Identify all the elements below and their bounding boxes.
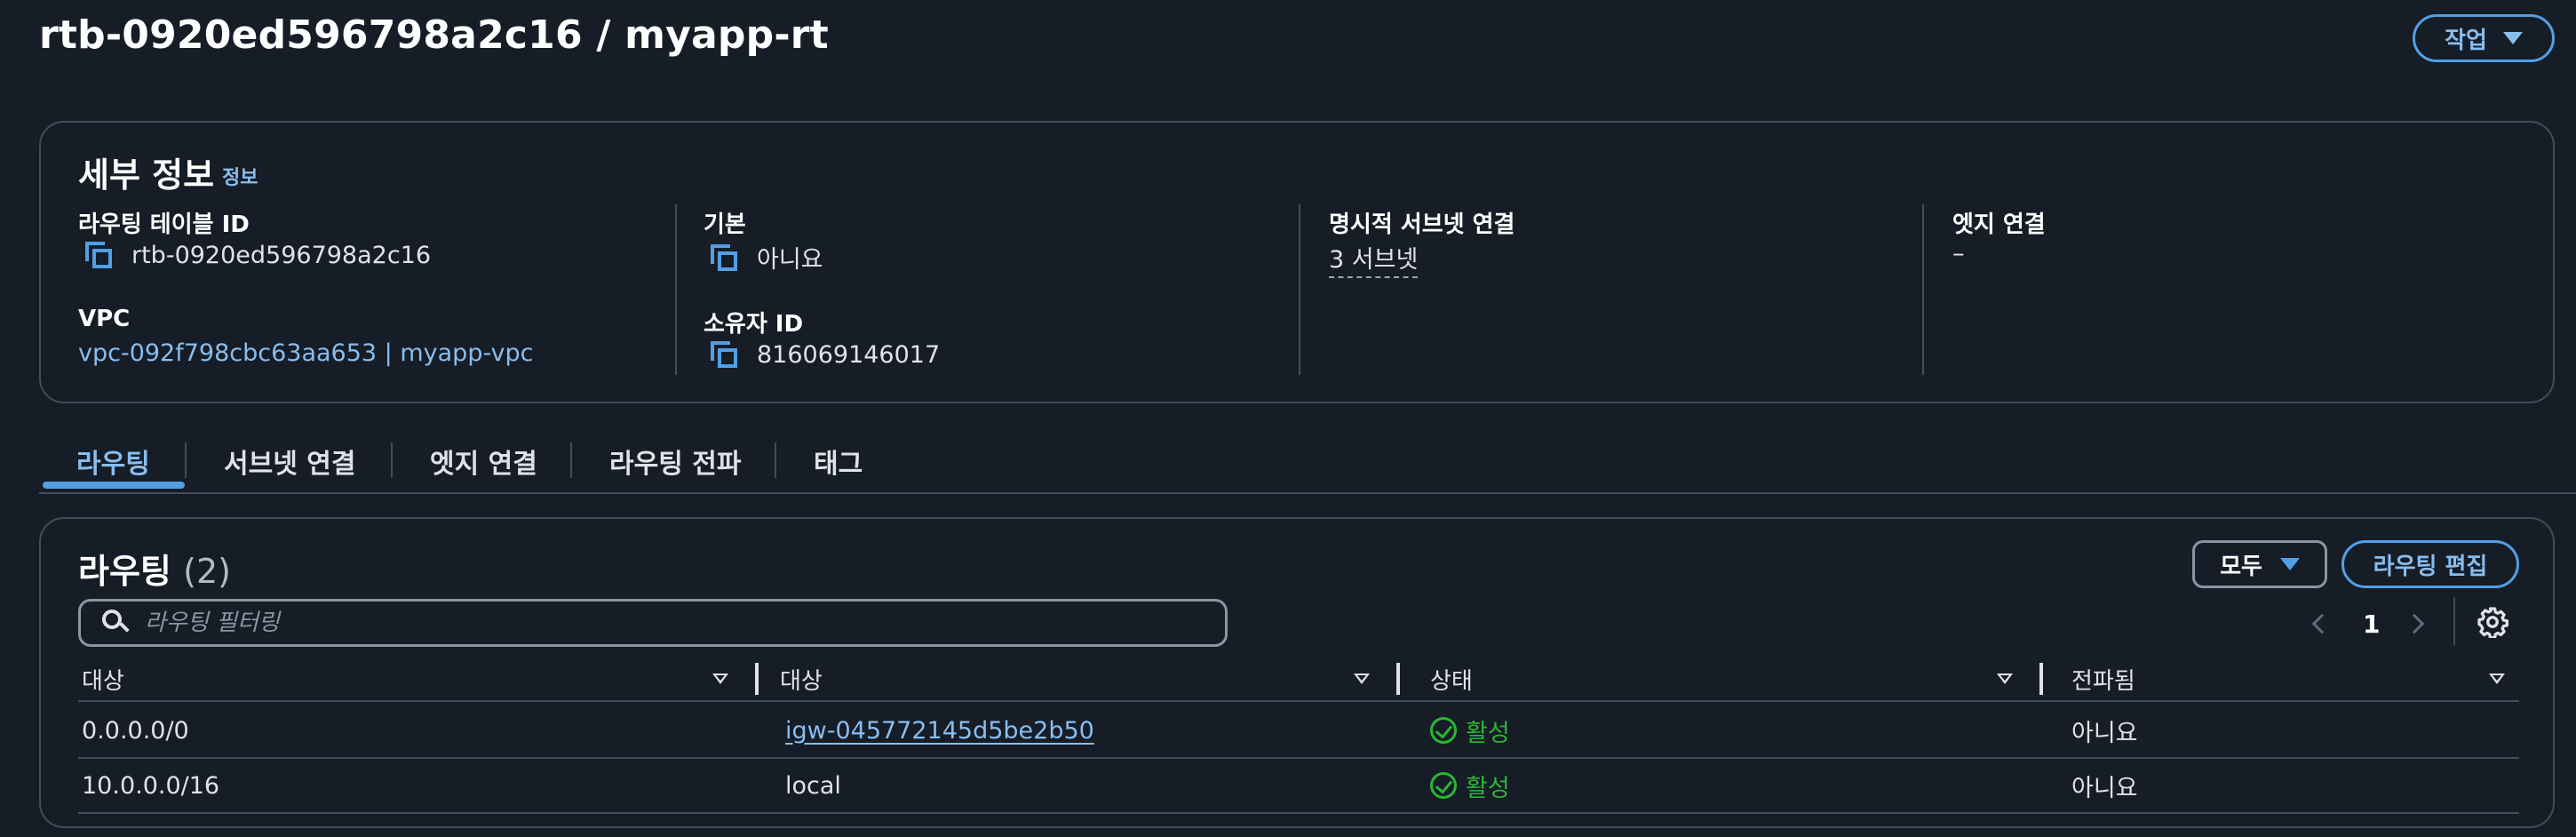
tab-subnet-associations[interactable]: 서브넷 연결: [224, 430, 355, 492]
routes-title-text: 라우팅: [78, 552, 171, 591]
target-link[interactable]: igw-045772145d5be2b50: [785, 717, 1094, 745]
copy-icon[interactable]: [709, 243, 739, 273]
main-text: 아니요: [757, 246, 823, 274]
tab-bar-border: [39, 492, 2576, 494]
column-divider: [675, 204, 677, 375]
route-filter-select[interactable]: 모두: [2192, 540, 2327, 588]
column-divider: [1299, 204, 1300, 375]
table-row: 10.0.0.0/16 local 활성 아니요: [78, 759, 2519, 814]
info-link[interactable]: 정보: [222, 162, 258, 190]
pagination: [2311, 606, 2333, 642]
page-number[interactable]: 1: [2363, 610, 2380, 639]
edge-assoc-value: –: [1952, 240, 1965, 267]
active-tab-indicator: [43, 482, 185, 489]
table-row: 0.0.0.0/0 igw-045772145d5be2b50 활성 아니요: [78, 704, 2519, 759]
tab-tags[interactable]: 태그: [814, 430, 863, 492]
row-propagated: 아니요: [2071, 719, 2138, 747]
column-resize-handle[interactable]: [1396, 663, 1400, 695]
edit-routes-button[interactable]: 라우팅 편집: [2341, 540, 2519, 588]
search-icon: [102, 610, 130, 636]
row-propagated: 아니요: [2071, 774, 2138, 802]
actions-button[interactable]: 작업: [2413, 14, 2555, 62]
tab-separator: [775, 442, 776, 478]
route-table-id-value: rtb-0920ed596798a2c16: [83, 240, 431, 270]
explicit-subnets-text[interactable]: 3 서브넷: [1329, 240, 1419, 278]
tab-edge-associations[interactable]: 엣지 연결: [430, 430, 537, 492]
pagination-page[interactable]: 1: [2363, 606, 2380, 642]
routes-title: 라우팅 (2): [78, 544, 231, 593]
chevron-right-icon[interactable]: [2404, 613, 2425, 634]
tab-separator: [391, 442, 393, 478]
explicit-subnets-label: 명시적 서브넷 연결: [1329, 211, 1515, 238]
route-filter-input[interactable]: [145, 610, 1122, 636]
explicit-subnets-value[interactable]: 3 서브넷: [1329, 240, 1419, 278]
column-header-status[interactable]: 상태: [1430, 658, 1473, 700]
copy-icon[interactable]: [709, 339, 739, 370]
main-value: 아니요: [709, 240, 823, 275]
status-text: 활성: [1466, 774, 1510, 802]
edge-assoc-label: 엣지 연결: [1952, 211, 2046, 238]
route-filter-select-label: 모두: [2220, 553, 2262, 580]
row-target: igw-045772145d5be2b50: [785, 704, 1094, 757]
row-destination: 10.0.0.0/16: [82, 771, 220, 800]
copy-icon[interactable]: [83, 240, 114, 270]
tab-route-propagation[interactable]: 라우팅 전파: [609, 430, 741, 492]
gear-icon[interactable]: [2477, 606, 2508, 638]
sort-caret-icon[interactable]: [712, 674, 728, 684]
row-status: 활성: [1430, 759, 1510, 812]
column-divider: [1922, 204, 1924, 375]
sort-caret-icon[interactable]: [1997, 674, 2013, 684]
vpc-label: VPC: [78, 306, 131, 332]
owner-id-text: 816069146017: [757, 340, 941, 369]
chevron-left-icon[interactable]: [2311, 613, 2333, 634]
caret-down-icon: [2279, 558, 2300, 570]
column-resize-handle[interactable]: [2039, 663, 2043, 695]
routes-table-header: 대상 대상 상태 전파됨: [78, 658, 2519, 702]
caret-down-icon: [2502, 32, 2523, 44]
page-title: rtb-0920ed596798a2c16 / myapp-rt: [39, 12, 829, 58]
tab-separator: [570, 442, 572, 478]
owner-id-label: 소유자 ID: [704, 311, 804, 338]
column-header-propagated[interactable]: 전파됨: [2071, 658, 2135, 700]
row-destination: 0.0.0.0/0: [82, 716, 189, 745]
routes-panel: 라우팅 (2) 모두 라우팅 편집 1 대상 대상 상태 전파됨: [39, 517, 2555, 828]
pagination-divider: [2453, 597, 2455, 645]
sort-caret-icon[interactable]: [2489, 674, 2505, 684]
actions-label: 작업: [2445, 27, 2487, 54]
column-header-target[interactable]: 대상: [750, 658, 823, 700]
details-title: 세부 정보: [78, 155, 215, 195]
status-text: 활성: [1466, 719, 1510, 747]
column-header-destination[interactable]: 대상: [82, 658, 124, 700]
column-header-target-text: 대상: [780, 667, 823, 695]
routes-count: (2): [183, 552, 231, 591]
row-target: local: [785, 771, 841, 800]
row-status: 활성: [1430, 704, 1510, 757]
tab-separator: [185, 442, 187, 478]
pagination-next: [2404, 606, 2425, 642]
tab-bar: 라우팅 서브넷 연결 엣지 연결 라우팅 전파 태그: [39, 430, 2576, 494]
main-label: 기본: [704, 211, 746, 238]
route-table-id-label: 라우팅 테이블 ID: [78, 211, 250, 238]
details-panel: 세부 정보 정보 라우팅 테이블 ID rtb-0920ed596798a2c1…: [39, 121, 2555, 403]
check-circle-icon: [1430, 772, 1457, 799]
vpc-link[interactable]: vpc-092f798cbc63aa653 | myapp-vpc: [78, 339, 533, 367]
route-filter-field[interactable]: [78, 599, 1228, 647]
sort-caret-icon[interactable]: [1354, 674, 1370, 684]
route-table-id-text: rtb-0920ed596798a2c16: [131, 241, 432, 269]
check-circle-icon: [1430, 717, 1457, 744]
owner-id-value: 816069146017: [709, 339, 940, 370]
